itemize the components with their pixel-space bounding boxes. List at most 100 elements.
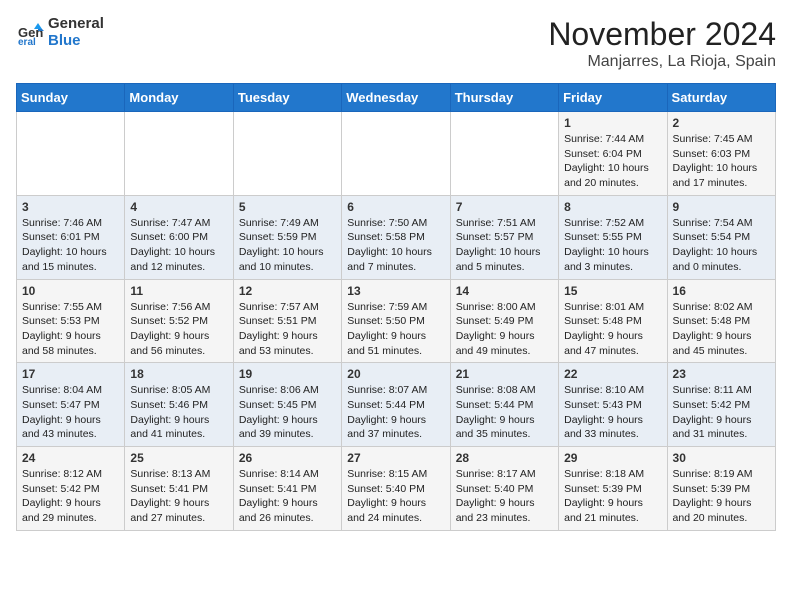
calendar-day-cell: 17 Sunrise: 8:04 AMSunset: 5:47 PMDayligh… [17, 363, 125, 447]
day-number: 5 [239, 200, 336, 214]
calendar-day-cell: 15Sunrise: 8:01 AMSunset: 5:48 PMDayligh… [559, 279, 667, 363]
day-number: 14 [456, 284, 553, 298]
day-number: 16 [673, 284, 770, 298]
calendar-day-cell: 18 Sunrise: 8:05 AMSunset: 5:46 PMDayligh… [125, 363, 233, 447]
day-info: Sunrise: 7:49 AMSunset: 5:59 PMDaylight:… [239, 216, 336, 275]
calendar-day-cell: 22 Sunrise: 8:10 AMSunset: 5:43 PMDayligh… [559, 363, 667, 447]
day-number: 13 [347, 284, 444, 298]
day-number: 18 [130, 367, 227, 381]
calendar-day-cell: 5 Sunrise: 7:49 AMSunset: 5:59 PMDaylight… [233, 195, 341, 279]
calendar-day-cell: 30 Sunrise: 8:19 AMSunset: 5:39 PMDayligh… [667, 447, 775, 531]
weekday-header-cell: Tuesday [233, 84, 341, 112]
day-info: Sunrise: 8:18 AMSunset: 5:39 PMDaylight:… [564, 467, 661, 526]
day-info: Sunrise: 7:54 AMSunset: 5:54 PMDaylight:… [673, 216, 770, 275]
day-number: 9 [673, 200, 770, 214]
day-info: Sunrise: 8:10 AMSunset: 5:43 PMDaylight:… [564, 383, 661, 442]
day-info: Sunrise: 8:15 AMSunset: 5:40 PMDaylight:… [347, 467, 444, 526]
day-info: Sunrise: 8:14 AMSunset: 5:41 PMDaylight:… [239, 467, 336, 526]
calendar-day-cell: 14 Sunrise: 8:00 AMSunset: 5:49 PMDayligh… [450, 279, 558, 363]
calendar-day-cell: 29Sunrise: 8:18 AMSunset: 5:39 PMDayligh… [559, 447, 667, 531]
day-info: Sunrise: 8:12 AMSunset: 5:42 PMDaylight:… [22, 467, 119, 526]
weekday-header-cell: Saturday [667, 84, 775, 112]
logo-line1: General [48, 16, 104, 33]
day-number: 30 [673, 451, 770, 465]
calendar-day-cell: 1Sunrise: 7:44 AMSunset: 6:04 PMDaylight… [559, 112, 667, 196]
page-header: Gen eral General Blue November 2024 Manj… [16, 16, 776, 71]
day-number: 2 [673, 116, 770, 130]
calendar-day-cell [17, 112, 125, 196]
calendar-day-cell: 4Sunrise: 7:47 AMSunset: 6:00 PMDaylight… [125, 195, 233, 279]
day-number: 1 [564, 116, 661, 130]
day-info: Sunrise: 7:51 AMSunset: 5:57 PMDaylight:… [456, 216, 553, 275]
calendar-day-cell: 26 Sunrise: 8:14 AMSunset: 5:41 PMDayligh… [233, 447, 341, 531]
calendar-week-row: 1Sunrise: 7:44 AMSunset: 6:04 PMDaylight… [17, 112, 776, 196]
day-number: 20 [347, 367, 444, 381]
day-number: 6 [347, 200, 444, 214]
day-info: Sunrise: 7:59 AMSunset: 5:50 PMDaylight:… [347, 300, 444, 359]
calendar-week-row: 10 Sunrise: 7:55 AMSunset: 5:53 PMDayligh… [17, 279, 776, 363]
calendar-day-cell: 7 Sunrise: 7:51 AMSunset: 5:57 PMDaylight… [450, 195, 558, 279]
calendar-body: 1Sunrise: 7:44 AMSunset: 6:04 PMDaylight… [17, 112, 776, 531]
day-info: Sunrise: 8:05 AMSunset: 5:46 PMDaylight:… [130, 383, 227, 442]
calendar-day-cell: 10 Sunrise: 7:55 AMSunset: 5:53 PMDayligh… [17, 279, 125, 363]
day-number: 8 [564, 200, 661, 214]
day-info: Sunrise: 8:19 AMSunset: 5:39 PMDaylight:… [673, 467, 770, 526]
day-number: 25 [130, 451, 227, 465]
day-info: Sunrise: 8:00 AMSunset: 5:49 PMDaylight:… [456, 300, 553, 359]
calendar-day-cell: 2Sunrise: 7:45 AMSunset: 6:03 PMDaylight… [667, 112, 775, 196]
day-number: 22 [564, 367, 661, 381]
calendar-day-cell: 3 Sunrise: 7:46 AMSunset: 6:01 PMDaylight… [17, 195, 125, 279]
day-info: Sunrise: 8:06 AMSunset: 5:45 PMDaylight:… [239, 383, 336, 442]
logo: Gen eral General Blue [16, 16, 104, 49]
day-number: 17 [22, 367, 119, 381]
day-info: Sunrise: 7:55 AMSunset: 5:53 PMDaylight:… [22, 300, 119, 359]
logo-text: General Blue [48, 16, 104, 49]
calendar-day-cell: 23 Sunrise: 8:11 AMSunset: 5:42 PMDayligh… [667, 363, 775, 447]
calendar-day-cell: 13 Sunrise: 7:59 AMSunset: 5:50 PMDayligh… [342, 279, 450, 363]
weekday-header-cell: Thursday [450, 84, 558, 112]
day-number: 23 [673, 367, 770, 381]
day-number: 19 [239, 367, 336, 381]
day-number: 12 [239, 284, 336, 298]
day-info: Sunrise: 8:11 AMSunset: 5:42 PMDaylight:… [673, 383, 770, 442]
day-number: 3 [22, 200, 119, 214]
svg-text:eral: eral [18, 37, 36, 47]
day-number: 10 [22, 284, 119, 298]
calendar-day-cell: 21Sunrise: 8:08 AMSunset: 5:44 PMDayligh… [450, 363, 558, 447]
logo-line2: Blue [48, 33, 104, 50]
day-number: 11 [130, 284, 227, 298]
weekday-header-cell: Monday [125, 84, 233, 112]
day-number: 7 [456, 200, 553, 214]
weekday-header-cell: Sunday [17, 84, 125, 112]
day-number: 24 [22, 451, 119, 465]
day-info: Sunrise: 7:47 AMSunset: 6:00 PMDaylight:… [130, 216, 227, 275]
calendar-day-cell [450, 112, 558, 196]
title-block: November 2024 Manjarres, La Rioja, Spain [548, 16, 776, 71]
calendar-day-cell: 16 Sunrise: 8:02 AMSunset: 5:48 PMDayligh… [667, 279, 775, 363]
calendar-day-cell: 12 Sunrise: 7:57 AMSunset: 5:51 PMDayligh… [233, 279, 341, 363]
day-info: Sunrise: 7:56 AMSunset: 5:52 PMDaylight:… [130, 300, 227, 359]
day-info: Sunrise: 8:17 AMSunset: 5:40 PMDaylight:… [456, 467, 553, 526]
calendar-day-cell: 19 Sunrise: 8:06 AMSunset: 5:45 PMDayligh… [233, 363, 341, 447]
day-number: 15 [564, 284, 661, 298]
calendar-day-cell: 8Sunrise: 7:52 AMSunset: 5:55 PMDaylight… [559, 195, 667, 279]
weekday-header-cell: Wednesday [342, 84, 450, 112]
day-number: 27 [347, 451, 444, 465]
day-info: Sunrise: 8:07 AMSunset: 5:44 PMDaylight:… [347, 383, 444, 442]
day-info: Sunrise: 8:04 AMSunset: 5:47 PMDaylight:… [22, 383, 119, 442]
calendar-subtitle: Manjarres, La Rioja, Spain [548, 53, 776, 71]
day-info: Sunrise: 7:46 AMSunset: 6:01 PMDaylight:… [22, 216, 119, 275]
calendar-day-cell: 9 Sunrise: 7:54 AMSunset: 5:54 PMDaylight… [667, 195, 775, 279]
calendar-day-cell: 11 Sunrise: 7:56 AMSunset: 5:52 PMDayligh… [125, 279, 233, 363]
day-info: Sunrise: 8:13 AMSunset: 5:41 PMDaylight:… [130, 467, 227, 526]
day-info: Sunrise: 8:08 AMSunset: 5:44 PMDaylight:… [456, 383, 553, 442]
calendar-day-cell: 6 Sunrise: 7:50 AMSunset: 5:58 PMDaylight… [342, 195, 450, 279]
weekday-header-row: SundayMondayTuesdayWednesdayThursdayFrid… [17, 84, 776, 112]
weekday-header-cell: Friday [559, 84, 667, 112]
calendar-week-row: 3 Sunrise: 7:46 AMSunset: 6:01 PMDaylight… [17, 195, 776, 279]
day-info: Sunrise: 7:57 AMSunset: 5:51 PMDaylight:… [239, 300, 336, 359]
calendar-day-cell: 27 Sunrise: 8:15 AMSunset: 5:40 PMDayligh… [342, 447, 450, 531]
day-info: Sunrise: 7:50 AMSunset: 5:58 PMDaylight:… [347, 216, 444, 275]
day-info: Sunrise: 8:02 AMSunset: 5:48 PMDaylight:… [673, 300, 770, 359]
day-number: 26 [239, 451, 336, 465]
